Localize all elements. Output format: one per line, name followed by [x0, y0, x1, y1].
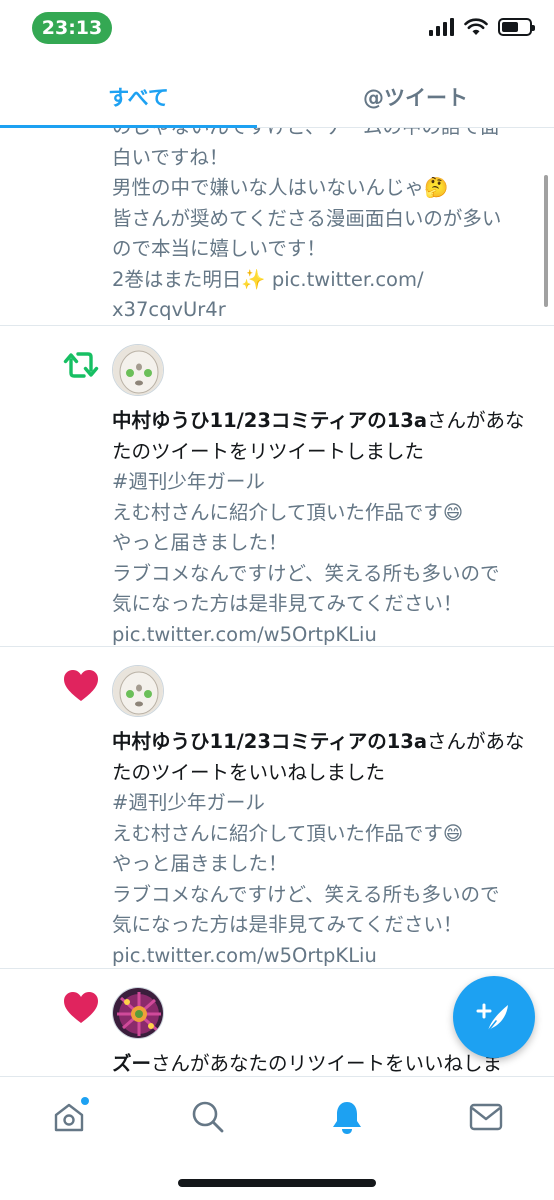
wifi-icon [464, 18, 488, 35]
avatar-image [113, 666, 163, 716]
bell-icon [333, 1102, 361, 1134]
status-time[interactable]: 23:13 [32, 12, 112, 44]
battery-icon [498, 18, 535, 36]
avatar-image [113, 988, 163, 1038]
notification-tabs: すべて @ツイート [0, 66, 554, 128]
avatar[interactable] [112, 344, 164, 396]
tab-mentions[interactable]: @ツイート [277, 66, 554, 127]
nav-home[interactable] [49, 1097, 89, 1137]
home-icon [54, 1103, 84, 1132]
tweet-text: #週刊少年ガール えむ村さんに紹介して頂いた作品です😄 やっと届きました！ ラブ… [112, 791, 500, 967]
scrollbar[interactable] [544, 175, 548, 307]
tab-all[interactable]: すべて [0, 66, 277, 127]
user-name[interactable]: ズー [112, 1052, 151, 1075]
notification-item-like[interactable]: 中村ゆうひ11/23コミティアの13aさんがあなたのツイートをいいねしました #… [0, 647, 554, 969]
retweet-icon [63, 352, 99, 378]
avatar[interactable] [112, 665, 164, 717]
nav-notifications[interactable] [327, 1097, 367, 1137]
heart-icon [64, 670, 98, 701]
compose-feather-icon [476, 1003, 508, 1032]
user-name[interactable]: 中村ゆうひ11/23コミティアの13a [112, 730, 427, 753]
home-indicator-bar[interactable] [178, 1179, 376, 1187]
active-tab-indicator [0, 125, 257, 128]
notification-headline: ズーさんがあなたのリツイートをいいねしま [112, 1049, 534, 1078]
notification-headline: 中村ゆうひ11/23コミティアの13aさんがあなたのツイートをリツイートしました [112, 406, 534, 467]
nav-messages[interactable] [466, 1097, 506, 1137]
notification-item-retweet[interactable]: 中村ゆうひ11/23コミティアの13aさんがあなたのツイートをリツイートしました… [0, 326, 554, 647]
notification-action: さんがあなたのリツイートをいいねしま [151, 1052, 503, 1075]
status-bar: 23:13 [0, 0, 554, 60]
tweet-text: #週刊少年ガール えむ村さんに紹介して頂いた作品です😄 やっと届きました！ ラブ… [112, 470, 500, 646]
bottom-nav [0, 1076, 554, 1200]
mail-icon [469, 1103, 503, 1131]
notification-item-partial[interactable]: のじゃないんですけど、ゲームの中の話で面 白いですね！ 男性の中で嫌いな人はいな… [0, 128, 554, 326]
avatar[interactable] [112, 987, 164, 1039]
notification-feed[interactable]: のじゃないんですけど、ゲームの中の話で面 白いですね！ 男性の中で嫌いな人はいな… [0, 128, 554, 1078]
user-name[interactable]: 中村ゆうひ11/23コミティアの13a [112, 409, 427, 432]
nav-search[interactable] [188, 1097, 228, 1137]
cellular-signal-icon [429, 18, 454, 36]
home-badge-dot [81, 1097, 89, 1105]
notification-headline: 中村ゆうひ11/23コミティアの13aさんがあなたのツイートをいいねしました [112, 727, 534, 788]
search-icon [192, 1101, 224, 1133]
compose-button[interactable] [453, 976, 535, 1058]
status-icons [429, 18, 535, 36]
avatar-image [113, 345, 163, 395]
heart-icon [64, 992, 98, 1023]
tweet-text: のじゃないんですけど、ゲームの中の話で面 白いですね！ 男性の中で嫌いな人はいな… [112, 128, 502, 321]
